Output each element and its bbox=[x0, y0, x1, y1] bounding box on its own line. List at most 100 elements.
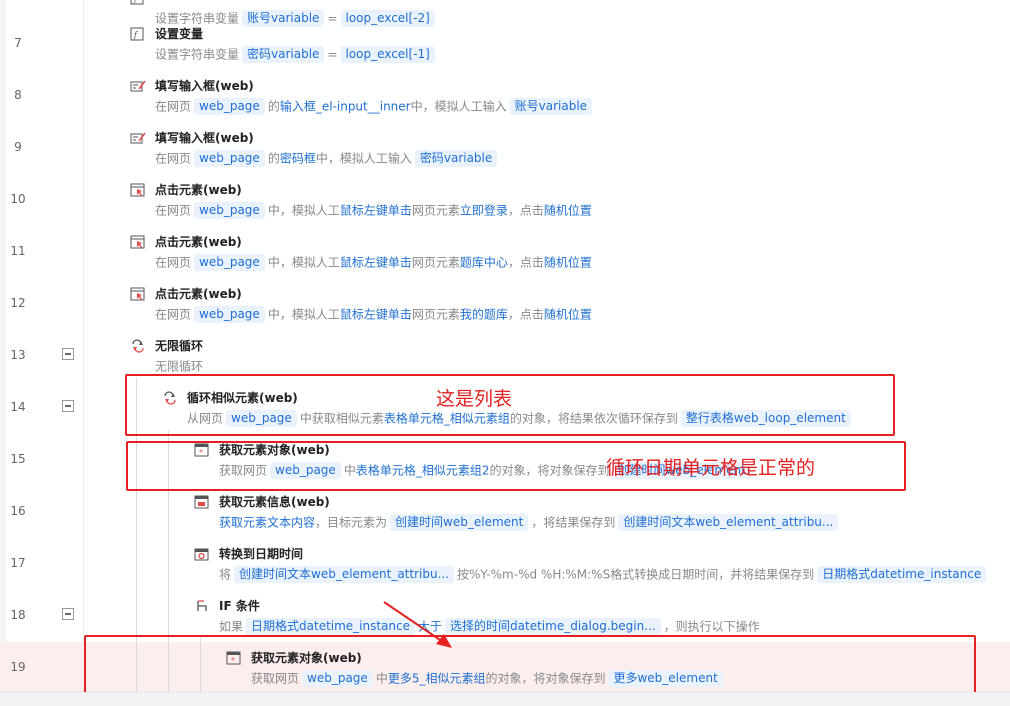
step-row[interactable]: 12 点击元素(web) 在网页 web_page 中，模拟人工鼠标左键单击网页元素我的… bbox=[0, 278, 1010, 330]
step-description: 在网页 web_page 中，模拟人工鼠标左键单击网页元素我的题库，点击随机位置 bbox=[155, 305, 592, 324]
step-description: 在网页 web_page 的密码框中，模拟人工输入 密码variable bbox=[155, 149, 500, 168]
step-row[interactable]: 16 获取元素信息(web) 获取元素文本内容，目标元素为 创建时间web_eleme… bbox=[0, 486, 1010, 538]
step-title: 点击元素(web) bbox=[155, 287, 242, 301]
collapse-toggle[interactable] bbox=[62, 400, 74, 412]
variable-icon: f bbox=[130, 0, 146, 5]
line-number: 19 bbox=[10, 660, 26, 674]
variable-icon: f bbox=[130, 26, 146, 41]
line-number: 11 bbox=[10, 244, 26, 258]
parameter-link: 题库中心 bbox=[459, 255, 508, 270]
parameter-link: 鼠标左键单击 bbox=[339, 203, 412, 218]
description-text: 中，模拟人工 bbox=[267, 203, 340, 218]
parameter-link: 随机位置 bbox=[543, 307, 592, 322]
step-title: 填写输入框(web) bbox=[155, 79, 254, 93]
description-text: 网页元素 bbox=[411, 203, 460, 218]
step-title: 点击元素(web) bbox=[155, 235, 242, 249]
step-description: 获取元素文本内容，目标元素为 创建时间web_element ，将结果保存到 创建时间… bbox=[219, 513, 841, 532]
annotation-text-date: 循环日期单元格是正常的 bbox=[606, 457, 816, 479]
step-title: 填写输入框(web) bbox=[155, 131, 254, 145]
variable-chip: 创建时间文本web_element_attribu... bbox=[618, 514, 839, 531]
parameter-link: 随机位置 bbox=[543, 203, 592, 218]
description-text: 网页元素 bbox=[411, 307, 460, 322]
variable-chip: web_page bbox=[194, 98, 265, 115]
step-row[interactable]: 9 填写输入框(web) 在网页 web_page 的密码框中，模拟人工输入 密码vari… bbox=[0, 122, 1010, 174]
annotation-text-list: 这是列表 bbox=[436, 388, 513, 410]
variable-chip: web_page bbox=[194, 254, 265, 271]
description-text: ，目标元素为 bbox=[315, 515, 388, 530]
parameter-link: 输入框_el-input__inner bbox=[279, 99, 411, 114]
parameter-link: 鼠标左键单击 bbox=[339, 307, 412, 322]
description-text: 中，模拟人工 bbox=[267, 307, 340, 322]
input-field-icon bbox=[130, 130, 146, 144]
step-row[interactable]: 17 转换到日期时间将创建时间文本web_element_attribu... 按%… bbox=[0, 538, 1010, 590]
description-text: 如果 bbox=[219, 619, 244, 634]
variable-chip: web_page bbox=[194, 202, 265, 219]
step-row[interactable]: 7 f 设置变量设置字符串变量 密码variable = loop_excel[-1] bbox=[0, 18, 1010, 70]
line-number: 17 bbox=[10, 556, 26, 570]
line-number: 13 bbox=[10, 348, 26, 362]
collapse-toggle[interactable] bbox=[62, 608, 74, 620]
line-number: 10 bbox=[10, 192, 26, 206]
step-description: 在网页 web_page 的输入框_el-input__inner中，模拟人工输入账… bbox=[155, 97, 595, 116]
loop-icon bbox=[130, 338, 146, 353]
description-text: 设置字符串变量 bbox=[155, 47, 240, 62]
calendar-icon bbox=[194, 546, 210, 561]
parameter-link: 随机位置 bbox=[543, 255, 592, 270]
description-text: 在网页 bbox=[155, 307, 192, 322]
line-number: 14 bbox=[10, 400, 26, 414]
variable-chip: web_page bbox=[194, 306, 265, 323]
line-number: 18 bbox=[10, 608, 26, 622]
description-text: ，点击 bbox=[507, 255, 544, 270]
parameter-link: 密码框 bbox=[279, 151, 316, 166]
parameter-link: 立即登录 bbox=[459, 203, 508, 218]
collapse-toggle[interactable] bbox=[62, 348, 74, 360]
annotation-arrow bbox=[383, 601, 452, 648]
step-description: 无限循环 bbox=[155, 357, 203, 376]
step-description: 在网页 web_page 中，模拟人工鼠标左键单击网页元素题库中心，点击随机位置 bbox=[155, 253, 592, 272]
click-element-icon bbox=[130, 182, 146, 197]
line-number: 9 bbox=[14, 140, 22, 154]
line-number: 15 bbox=[10, 452, 26, 466]
variable-chip: 日期格式datetime_instance bbox=[817, 566, 987, 583]
click-element-icon bbox=[130, 286, 146, 301]
description-text: 中，模拟人工输入 bbox=[315, 151, 412, 166]
parameter-link: 鼠标左键单击 bbox=[339, 255, 412, 270]
step-row[interactable]: 10 点击元素(web) 在网页 web_page 中，模拟人工鼠标左键单击网页元素立即… bbox=[0, 174, 1010, 226]
description-text: 在网页 bbox=[155, 255, 192, 270]
line-number: 12 bbox=[10, 296, 26, 310]
step-row[interactable]: 11 点击元素(web) 在网页 web_page 中，模拟人工鼠标左键单击网页元素题库… bbox=[0, 226, 1010, 278]
step-row[interactable]: 8 填写输入框(web) 在网页 web_page 的输入框_el-input__inn… bbox=[0, 70, 1010, 122]
description-text: ，则执行以下操作 bbox=[663, 619, 760, 634]
input-field-icon bbox=[130, 78, 146, 92]
description-text: 的 bbox=[267, 151, 280, 166]
step-title: 获取元素信息(web) bbox=[219, 495, 330, 509]
element-info-icon bbox=[194, 494, 210, 509]
if-condition-icon bbox=[194, 598, 210, 612]
step-title: 转换到日期时间 bbox=[219, 547, 304, 561]
description-text: 中，模拟人工输入 bbox=[410, 99, 507, 114]
description-text: 网页元素 bbox=[411, 255, 460, 270]
description-text: 在网页 bbox=[155, 151, 192, 166]
variable-chip: 密码variable bbox=[242, 46, 325, 63]
step-title: 设置变量 bbox=[155, 27, 204, 41]
description-text: ，将结果保存到 bbox=[531, 515, 616, 530]
parameter-link: 获取元素文本内容 bbox=[219, 515, 316, 530]
step-description: 如果 日期格式datetime_instance 大于 选择的时间datetime_d… bbox=[219, 617, 760, 636]
description-text: 在网页 bbox=[155, 203, 192, 218]
line-number: 16 bbox=[10, 504, 26, 518]
line-number: 7 bbox=[14, 36, 22, 50]
click-element-icon bbox=[130, 234, 146, 249]
description-text: ，点击 bbox=[507, 203, 544, 218]
variable-chip: loop_excel[-1] bbox=[340, 46, 435, 63]
svg-text:f: f bbox=[133, 31, 139, 40]
step-title: 无限循环 bbox=[155, 339, 204, 353]
step-title: 点击元素(web) bbox=[155, 183, 242, 197]
variable-chip: 创建时间web_element bbox=[390, 514, 529, 531]
description-text: ，点击 bbox=[507, 307, 544, 322]
step-description: 设置字符串变量 密码variable = loop_excel[-1] bbox=[155, 45, 438, 64]
description-text: 将 bbox=[219, 567, 232, 582]
variable-chip: 选择的时间datetime_dialog.begin... bbox=[445, 618, 661, 635]
description-text: 的 bbox=[267, 99, 280, 114]
bottom-scrollbar[interactable] bbox=[0, 692, 1010, 706]
step-description: 在网页 web_page 中，模拟人工鼠标左键单击网页元素立即登录，点击随机位置 bbox=[155, 201, 592, 220]
